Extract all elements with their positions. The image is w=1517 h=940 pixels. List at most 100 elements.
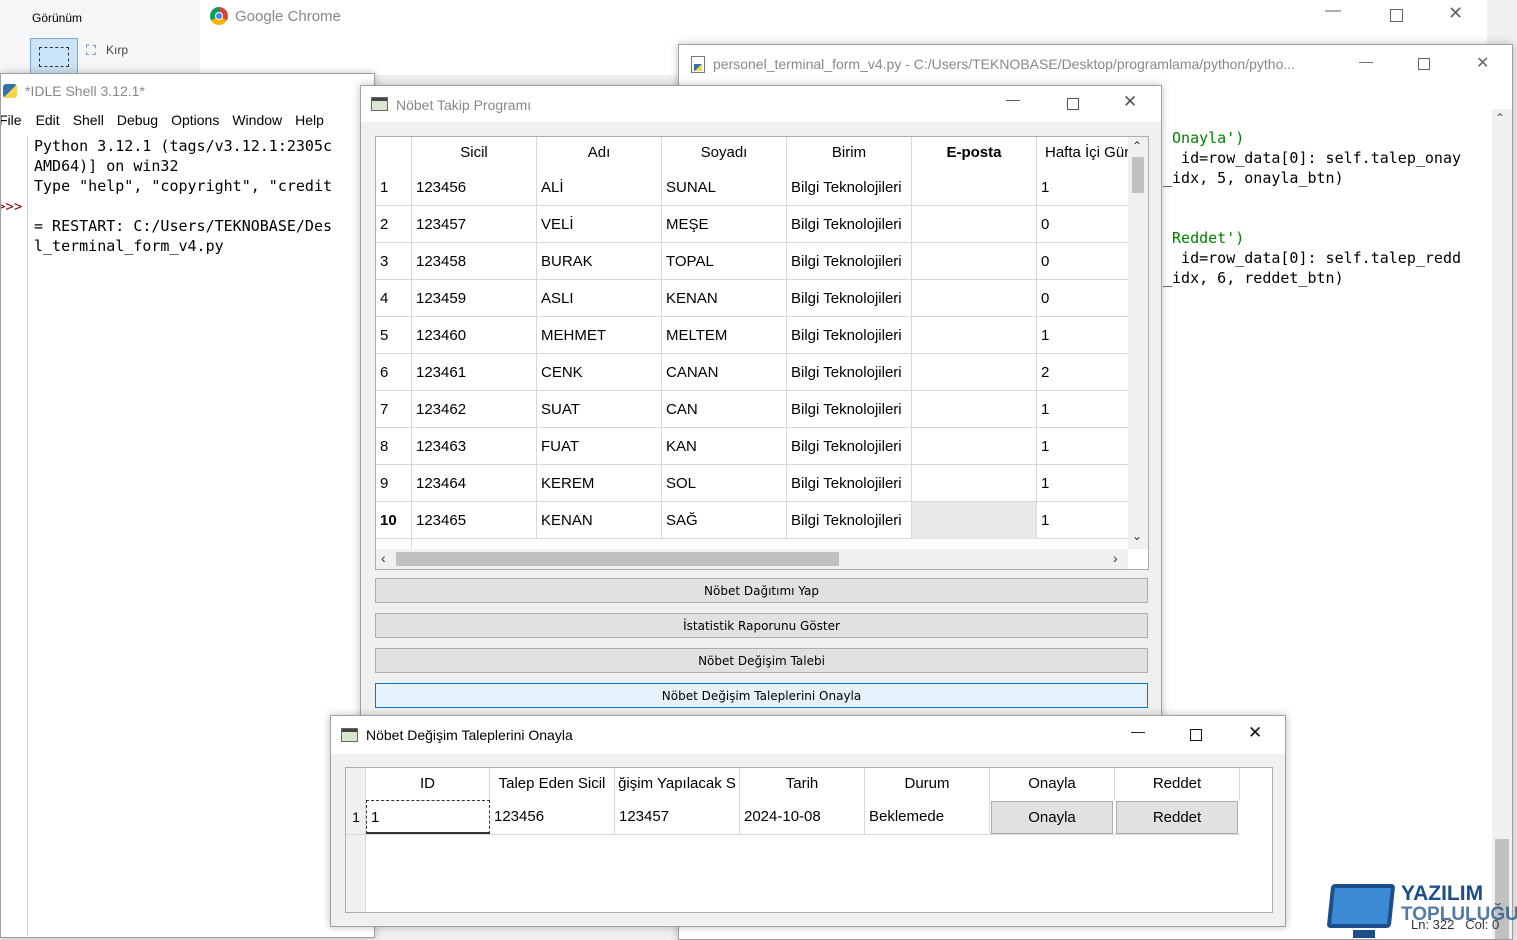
row-number[interactable]: 10: [376, 502, 412, 539]
cell-adi[interactable]: CENK: [537, 354, 662, 391]
cell-eposta[interactable]: [912, 502, 1037, 539]
minimize-icon[interactable]: —: [1325, 2, 1341, 20]
cell-degisim[interactable]: 123457: [615, 800, 740, 834]
row-number[interactable]: 5: [376, 317, 412, 354]
cell-sicil[interactable]: 123456: [412, 169, 537, 206]
cell-sicil[interactable]: 123465: [412, 502, 537, 539]
cell-soyadi[interactable]: TOPAL: [662, 243, 787, 280]
cell-adi[interactable]: ALİ: [537, 169, 662, 206]
statistics-report-button[interactable]: İstatistik Raporunu Göster: [375, 613, 1148, 638]
row-number[interactable]: 1: [376, 169, 412, 206]
cell-soyadi[interactable]: MEŞE: [662, 206, 787, 243]
cell-birim[interactable]: Bilgi Teknolojileri: [787, 243, 912, 280]
col-header-eposta[interactable]: E-posta: [912, 137, 1037, 169]
minimize-icon[interactable]: —: [1131, 723, 1145, 739]
col-header-durum[interactable]: Durum: [865, 768, 990, 800]
col-header-talep-eden[interactable]: Talep Eden Sicil: [490, 768, 615, 800]
maximize-icon[interactable]: [1418, 58, 1430, 70]
menu-shell[interactable]: Shell: [73, 112, 104, 134]
cell-sicil[interactable]: 123459: [412, 280, 537, 317]
cell-birim[interactable]: Bilgi Teknolojileri: [787, 317, 912, 354]
cell-adi[interactable]: BURAK: [537, 243, 662, 280]
cell-eposta[interactable]: [912, 317, 1037, 354]
crop-icon[interactable]: ⛶: [86, 42, 96, 59]
minimize-icon[interactable]: —: [1006, 91, 1020, 107]
cell-adi[interactable]: KENAN: [537, 502, 662, 539]
maximize-icon[interactable]: [1190, 729, 1202, 741]
cell-soyadi[interactable]: CAN: [662, 391, 787, 428]
cell-sicil[interactable]: 123462: [412, 391, 537, 428]
paint-tab-view[interactable]: Görünüm: [32, 11, 82, 25]
table-hscrollbar[interactable]: ‹ ›: [376, 549, 1128, 569]
cell-soyadi[interactable]: SOL: [662, 465, 787, 502]
cell-birim[interactable]: Bilgi Teknolojileri: [787, 354, 912, 391]
editor-code[interactable]: Onayla') id=row_data[0]: self.talep_onay…: [1163, 129, 1493, 329]
close-icon[interactable]: ✕: [1123, 92, 1137, 112]
col-header-tarih[interactable]: Tarih: [740, 768, 865, 800]
cell-sicil[interactable]: 123464: [412, 465, 537, 502]
col-header-soyadi[interactable]: Soyadı: [662, 137, 787, 169]
duty-swap-request-button[interactable]: Nöbet Değişim Talebi: [375, 648, 1148, 673]
scroll-down-icon[interactable]: ⌄: [1132, 529, 1142, 543]
cell-hafta-ici[interactable]: 1: [1037, 317, 1129, 354]
col-header-sicil[interactable]: Sicil: [412, 137, 537, 169]
row-number[interactable]: 7: [376, 391, 412, 428]
cell-hafta-ici[interactable]: 1: [1037, 465, 1129, 502]
row-number[interactable]: 9: [376, 465, 412, 502]
col-header-adi[interactable]: Adı: [537, 137, 662, 169]
cell-birim[interactable]: Bilgi Teknolojileri: [787, 428, 912, 465]
cell-durum[interactable]: Beklemede: [865, 800, 990, 834]
approve-row-button[interactable]: Onayla: [991, 801, 1113, 834]
shell-text[interactable]: Python 3.12.1 (tags/v3.12.1:2305c AMD64)…: [34, 137, 374, 257]
select-tool-icon[interactable]: [30, 38, 78, 74]
cell-birim[interactable]: Bilgi Teknolojileri: [787, 280, 912, 317]
cell-eposta[interactable]: [912, 243, 1037, 280]
cell-id[interactable]: 1: [366, 800, 490, 834]
cell-hafta-ici[interactable]: 0: [1037, 206, 1129, 243]
cell-eposta[interactable]: [912, 280, 1037, 317]
cell-soyadi[interactable]: KENAN: [662, 280, 787, 317]
cell-hafta-ici[interactable]: 1: [1037, 502, 1129, 539]
cell-birim[interactable]: Bilgi Teknolojileri: [787, 169, 912, 206]
editor-vscrollbar[interactable]: ⌃: [1492, 109, 1512, 939]
cell-birim[interactable]: Bilgi Teknolojileri: [787, 206, 912, 243]
col-header-id[interactable]: ID: [366, 768, 490, 800]
cell-soyadi[interactable]: MELTEM: [662, 317, 787, 354]
maximize-icon[interactable]: [1390, 9, 1403, 22]
cell-hafta-ici[interactable]: 0: [1037, 243, 1129, 280]
cell-eposta[interactable]: [912, 354, 1037, 391]
menu-window[interactable]: Window: [232, 112, 282, 134]
cell-soyadi[interactable]: CANAN: [662, 354, 787, 391]
cell-adi[interactable]: VELİ: [537, 206, 662, 243]
cell-sicil[interactable]: 123460: [412, 317, 537, 354]
cell-hafta-ici[interactable]: 2: [1037, 354, 1129, 391]
cell-soyadi[interactable]: SAĞ: [662, 502, 787, 539]
row-number[interactable]: 2: [376, 206, 412, 243]
cell-eposta[interactable]: [912, 169, 1037, 206]
row-number[interactable]: 8: [376, 428, 412, 465]
cell-eposta[interactable]: [912, 206, 1037, 243]
cell-talep-eden[interactable]: 123456: [490, 800, 615, 834]
cell-adi[interactable]: KEREM: [537, 465, 662, 502]
col-header-reddet[interactable]: Reddet: [1115, 768, 1240, 800]
cell-soyadi[interactable]: KAN: [662, 428, 787, 465]
cell-hafta-ici[interactable]: 1: [1037, 391, 1129, 428]
close-icon[interactable]: ✕: [1476, 53, 1489, 73]
scroll-up-icon[interactable]: ⌃: [1132, 139, 1142, 153]
cell-sicil[interactable]: 123463: [412, 428, 537, 465]
distribute-duty-button[interactable]: Nöbet Dağıtımı Yap: [375, 578, 1148, 603]
cell-sicil[interactable]: 123461: [412, 354, 537, 391]
menu-options[interactable]: Options: [171, 112, 219, 134]
col-header-hafta-ici[interactable]: Hafta İçi Gün: [1037, 137, 1129, 169]
reject-row-button[interactable]: Reddet: [1116, 801, 1238, 834]
minimize-icon[interactable]: —: [1359, 53, 1373, 69]
crop-label[interactable]: Kırp: [106, 43, 128, 57]
cell-sicil[interactable]: 123458: [412, 243, 537, 280]
cell-tarih[interactable]: 2024-10-08: [740, 800, 865, 834]
approve-swap-requests-button[interactable]: Nöbet Değişim Taleplerini Onayla: [375, 683, 1148, 708]
cell-adi[interactable]: ASLI: [537, 280, 662, 317]
cell-adi[interactable]: FUAT: [537, 428, 662, 465]
menu-help[interactable]: Help: [295, 112, 324, 134]
col-header-birim[interactable]: Birim: [787, 137, 912, 169]
close-icon[interactable]: ✕: [1248, 723, 1262, 743]
